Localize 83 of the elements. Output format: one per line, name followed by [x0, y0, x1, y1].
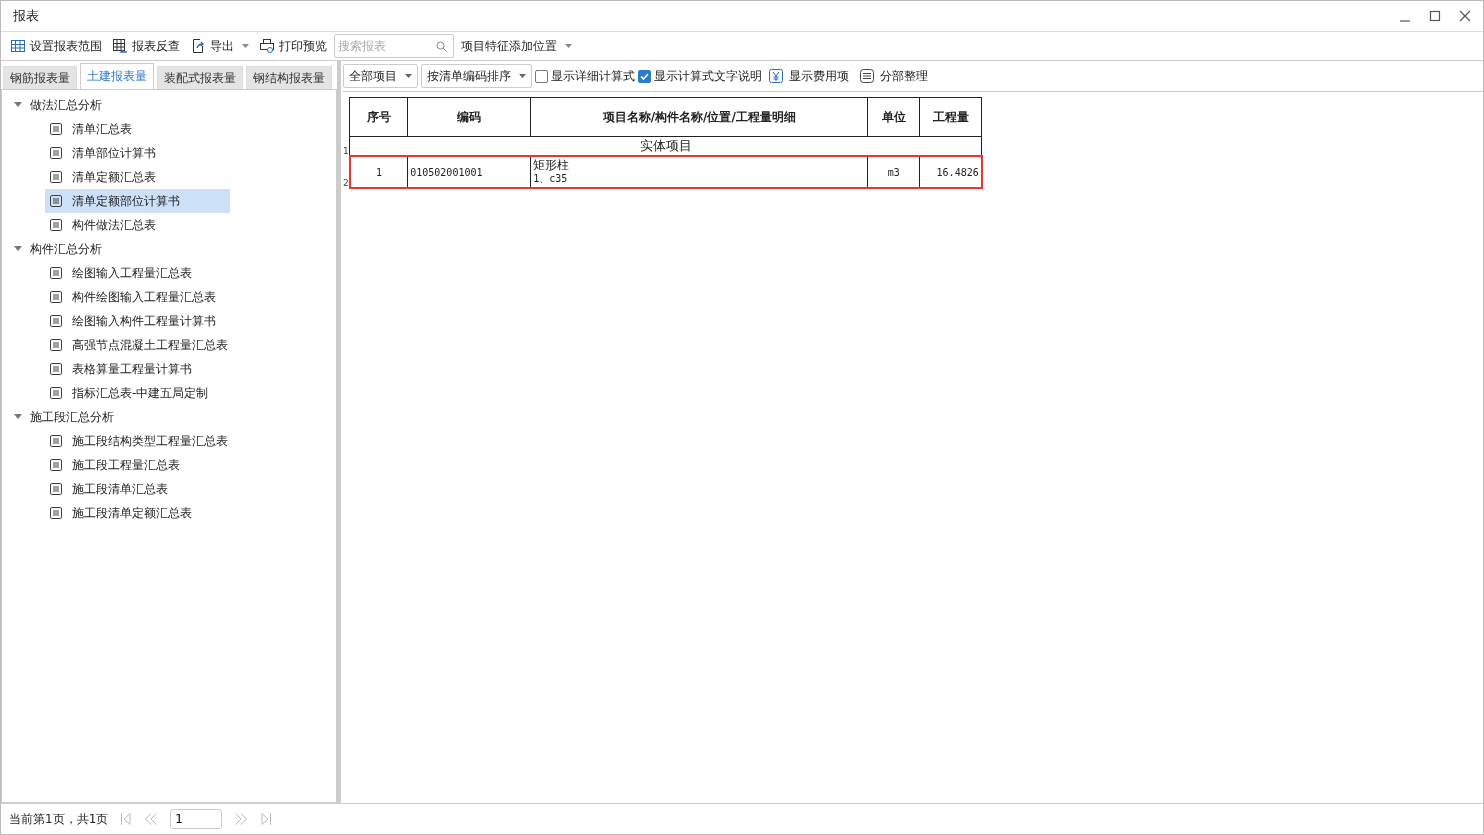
- tree-group-label[interactable]: 构件汇总分析: [30, 240, 102, 258]
- option-button[interactable]: 显示费用项: [765, 67, 853, 85]
- caret-icon: [519, 74, 526, 78]
- document-icon: [50, 147, 62, 159]
- report-list-item[interactable]: 施工段工程量汇总表: [45, 453, 230, 477]
- toolbar-button[interactable]: 报表反查: [109, 35, 183, 57]
- row-number: 2: [343, 156, 350, 188]
- report-list-item[interactable]: 表格算量工程量计算书: [45, 357, 230, 381]
- report-list-item[interactable]: 施工段清单定额汇总表: [45, 501, 230, 525]
- document-icon: [50, 459, 62, 471]
- search-icon: [436, 41, 447, 52]
- column-header: 编码: [407, 97, 531, 137]
- export-icon: [190, 38, 206, 54]
- window-title: 报表: [13, 7, 39, 25]
- document-icon: [50, 435, 62, 447]
- caret-icon: [405, 74, 412, 78]
- column-header: 序号: [349, 97, 408, 137]
- toolbar-button[interactable]: 打印预览: [256, 35, 330, 57]
- printer-icon: [259, 38, 275, 54]
- tree-group-label[interactable]: 施工段汇总分析: [30, 408, 114, 426]
- feature-position-dropdown[interactable]: 项目特征添加位置: [458, 35, 575, 57]
- checkbox[interactable]: [535, 69, 548, 83]
- report-tab[interactable]: 钢结构报表量: [246, 66, 332, 89]
- expand-triangle-icon[interactable]: [14, 414, 22, 420]
- column-header: 单位: [867, 97, 920, 137]
- report-tab[interactable]: 钢筋报表量: [3, 66, 77, 89]
- column-header: 工程量: [919, 97, 982, 137]
- report-list-item[interactable]: 清单定额部位计算书: [45, 189, 230, 213]
- caret-icon: [565, 44, 572, 48]
- checkbox-label: 显示详细计算式: [551, 67, 635, 85]
- report-list-item[interactable]: 施工段结构类型工程量汇总表: [45, 429, 230, 453]
- report-list-item[interactable]: 清单定额汇总表: [45, 165, 230, 189]
- report-list-item[interactable]: 高强节点混凝土工程量汇总表: [45, 333, 230, 357]
- yen-icon: [769, 69, 783, 83]
- report-list-item[interactable]: 构件绘图输入工程量汇总表: [45, 285, 230, 309]
- checkbox[interactable]: [638, 69, 651, 83]
- report-list-item[interactable]: 指标汇总表-中建五局定制: [45, 381, 230, 405]
- table-cell: 16.4826: [919, 156, 982, 188]
- document-icon: [50, 315, 62, 327]
- stack-icon: [860, 69, 874, 83]
- document-icon: [50, 171, 62, 183]
- document-icon: [50, 363, 62, 375]
- table-cell: 010502001001: [407, 156, 531, 188]
- document-icon: [50, 387, 62, 399]
- option-button[interactable]: 分部整理: [856, 67, 932, 85]
- document-icon: [50, 483, 62, 495]
- report-list-item[interactable]: 清单汇总表: [45, 117, 230, 141]
- document-icon: [50, 123, 62, 135]
- toolbar-button[interactable]: 导出: [187, 35, 252, 57]
- column-header: 项目名称/构件名称/位置/工程量明细: [530, 97, 868, 137]
- report-list-item[interactable]: 绘图输入构件工程量计算书: [45, 309, 230, 333]
- table-cell: 矩形柱 1、c35: [530, 156, 868, 188]
- table-arrow-icon: [112, 38, 128, 54]
- toolbar-button[interactable]: 设置报表范围: [7, 35, 105, 57]
- page-input[interactable]: 1: [170, 809, 223, 829]
- maximize-icon[interactable]: [1429, 10, 1441, 22]
- expand-triangle-icon[interactable]: [14, 246, 22, 252]
- table-cell: m3: [867, 156, 920, 188]
- document-icon: [50, 507, 62, 519]
- expand-triangle-icon[interactable]: [14, 102, 22, 108]
- document-icon: [50, 267, 62, 279]
- checkbox-label: 显示计算式文字说明: [654, 67, 762, 85]
- row-number: 1: [343, 136, 350, 156]
- grid-icon: [10, 38, 26, 54]
- document-icon: [50, 219, 62, 231]
- table-cell: 1: [349, 156, 408, 188]
- report-list-item[interactable]: 绘图输入工程量汇总表: [45, 261, 230, 285]
- search-field[interactable]: 搜索报表: [334, 34, 454, 58]
- document-icon: [50, 291, 62, 303]
- report-list-item[interactable]: 构件做法汇总表: [45, 213, 230, 237]
- page-info: 当前第1页，共1页: [9, 810, 109, 828]
- report-tab[interactable]: 装配式报表量: [157, 66, 243, 89]
- document-icon: [50, 195, 62, 207]
- close-icon[interactable]: [1459, 10, 1471, 22]
- report-tab[interactable]: 土建报表量: [80, 63, 154, 89]
- filter-dropdown[interactable]: 按清单编码排序: [421, 64, 532, 88]
- document-icon: [50, 339, 62, 351]
- report-list-item[interactable]: 施工段清单汇总表: [45, 477, 230, 501]
- caret-icon: [242, 44, 249, 48]
- filter-dropdown[interactable]: 全部项目: [343, 64, 418, 88]
- tree-group-label[interactable]: 做法汇总分析: [30, 96, 102, 114]
- report-list-item[interactable]: 清单部位计算书: [45, 141, 230, 165]
- table-cell: 实体项目: [349, 136, 982, 156]
